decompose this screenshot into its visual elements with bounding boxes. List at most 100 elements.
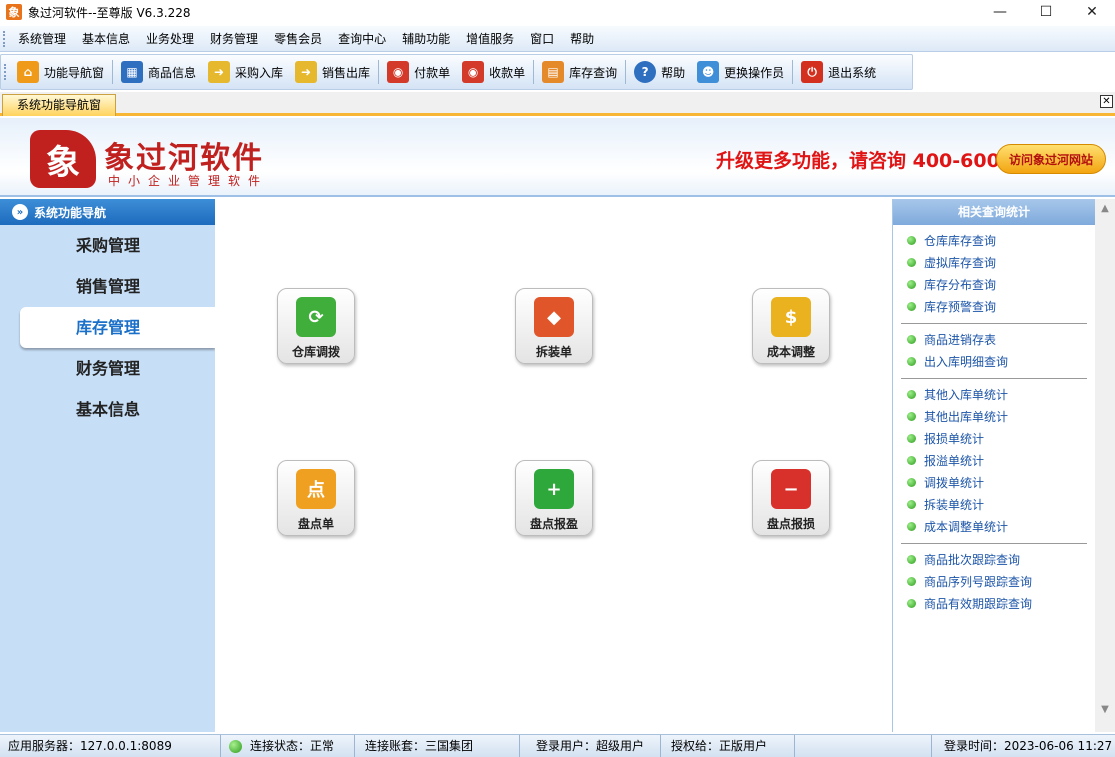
query-link[interactable]: 报损单统计 — [901, 427, 1087, 449]
query-link[interactable]: 商品批次跟踪查询 — [901, 548, 1087, 570]
menu-window[interactable]: 窗口 — [522, 26, 562, 52]
status-license: 授权给：正版用户 — [661, 735, 795, 757]
related-query-header: 相关查询统计 — [893, 199, 1095, 225]
query-link-label: 报损单统计 — [924, 431, 985, 446]
menu-grip — [3, 30, 6, 47]
query-link[interactable]: 虚拟库存查询 — [901, 251, 1087, 273]
power-icon: ⏻ — [801, 61, 824, 83]
stocktake-loss-button[interactable]: − 盘点报损 — [752, 460, 830, 536]
menu-retail-member[interactable]: 零售会员 — [266, 26, 330, 52]
assembly-order-button[interactable]: ◆ 拆装单 — [515, 288, 593, 364]
assembly-icon: ◆ — [534, 297, 574, 337]
sales-out-button[interactable]: ➜ 销售出库 — [289, 57, 376, 87]
app-logo-icon: 象 — [6, 4, 22, 20]
green-dot-icon — [907, 334, 916, 344]
nav-item-purchase[interactable]: 采购管理 — [0, 225, 215, 266]
menu-business[interactable]: 业务处理 — [138, 26, 202, 52]
query-link[interactable]: 拆装单统计 — [901, 493, 1087, 515]
stocktake-gain-button[interactable]: + 盘点报盈 — [515, 460, 593, 536]
warehouse-transfer-button[interactable]: ⟳ 仓库调拨 — [277, 288, 355, 364]
tab-nav-window[interactable]: 系统功能导航窗 — [2, 94, 117, 116]
menu-basic-info[interactable]: 基本信息 — [74, 26, 138, 52]
query-link[interactable]: 库存预警查询 — [901, 295, 1087, 317]
exit-system-button[interactable]: ⏻ 退出系统 — [795, 57, 882, 87]
visit-website-button[interactable]: 访问象过河网站 — [996, 144, 1106, 174]
query-link[interactable]: 报溢单统计 — [901, 449, 1087, 471]
purchase-in-label: 采购入库 — [235, 65, 284, 80]
vertical-scrollbar[interactable]: ▲ ▼ — [1095, 199, 1115, 732]
toolbar-separator — [533, 60, 535, 84]
stocktake-loss-label: 盘点报损 — [766, 517, 815, 531]
toolbar-separator — [378, 60, 380, 84]
green-dot-icon — [907, 455, 916, 465]
product-info-button[interactable]: ▦ 商品信息 — [115, 57, 202, 87]
menu-system[interactable]: 系统管理 — [10, 26, 74, 52]
minimize-button[interactable]: — — [977, 0, 1023, 24]
stocktake-button[interactable]: 点 盘点单 — [277, 460, 355, 536]
menu-value-added[interactable]: 增值服务 — [458, 26, 522, 52]
query-link[interactable]: 其他入库单统计 — [901, 383, 1087, 405]
green-dot-icon — [907, 499, 916, 509]
green-dot-icon — [907, 257, 916, 267]
nav-item-inventory[interactable]: 库存管理 — [20, 307, 215, 348]
menu-help[interactable]: 帮助 — [562, 26, 602, 52]
query-link-label: 调拨单统计 — [924, 475, 985, 490]
warehouse-transfer-label: 仓库调拨 — [291, 345, 340, 359]
function-area: ⟳ 仓库调拨 ◆ 拆装单 $ 成本调整 点 盘点单 + 盘点报盈 − 盘点报损 — [215, 199, 892, 732]
payment-icon: ◉ — [387, 61, 410, 83]
nav-item-finance[interactable]: 财务管理 — [0, 348, 215, 389]
purchase-in-button[interactable]: ➜ 采购入库 — [202, 57, 289, 87]
transfer-icon: ⟳ — [296, 297, 336, 337]
menu-bar: 系统管理 基本信息 业务处理 财务管理 零售会员 查询中心 辅助功能 增值服务 … — [0, 26, 1115, 52]
query-link[interactable]: 商品进销存表 — [901, 328, 1087, 350]
stocktake-gain-icon: + — [534, 469, 574, 509]
query-link[interactable]: 成本调整单统计 — [901, 515, 1087, 537]
toolbar-separator — [792, 60, 794, 84]
query-link[interactable]: 出入库明细查询 — [901, 350, 1087, 372]
folder-in-icon: ➜ — [208, 61, 231, 83]
query-link-label: 其他入库单统计 — [924, 387, 1009, 402]
stocktake-icon: 点 — [296, 469, 336, 509]
scroll-down-icon[interactable]: ▼ — [1095, 700, 1115, 718]
query-link[interactable]: 库存分布查询 — [901, 273, 1087, 295]
query-link[interactable]: 其他出库单统计 — [901, 405, 1087, 427]
menu-auxiliary[interactable]: 辅助功能 — [394, 26, 458, 52]
close-button[interactable]: ✕ — [1069, 0, 1115, 24]
status-server: 应用服务器：127.0.0.1:8089 — [0, 735, 221, 757]
query-link-label: 出入库明细查询 — [924, 354, 1009, 369]
tab-close-icon[interactable]: ✕ — [1100, 95, 1113, 108]
query-link[interactable]: 仓库库存查询 — [901, 229, 1087, 251]
query-link[interactable]: 调拨单统计 — [901, 471, 1087, 493]
stock-query-button[interactable]: ▤ 库存查询 — [536, 57, 623, 87]
elephant-logo-icon: 象 — [30, 130, 96, 188]
query-link[interactable]: 商品序列号跟踪查询 — [901, 570, 1087, 592]
help-button[interactable]: ? 帮助 — [628, 57, 691, 87]
green-dot-icon — [907, 521, 916, 531]
switch-operator-button[interactable]: ☻ 更换操作员 — [691, 57, 790, 87]
tab-strip: 系统功能导航窗 ✕ — [0, 92, 1115, 116]
toolbar: ⌂ 功能导航窗 ▦ 商品信息 ➜ 采购入库 ➜ 销售出库 ◉ 付款单 ◉ 收款单… — [0, 54, 913, 90]
query-link-label: 拆装单统计 — [924, 497, 985, 512]
exit-system-label: 退出系统 — [828, 65, 877, 80]
switch-operator-label: 更换操作员 — [724, 65, 785, 80]
cost-adjust-icon: $ — [771, 297, 811, 337]
query-link[interactable]: 商品有效期跟踪查询 — [901, 592, 1087, 614]
menu-finance[interactable]: 财务管理 — [202, 26, 266, 52]
maximize-button[interactable]: ☐ — [1023, 0, 1069, 24]
stocktake-loss-icon: − — [771, 469, 811, 509]
scroll-up-icon[interactable]: ▲ — [1095, 199, 1115, 217]
green-dot-icon — [907, 389, 916, 399]
nav-item-basic-info[interactable]: 基本信息 — [0, 389, 215, 430]
nav-item-sales[interactable]: 销售管理 — [0, 266, 215, 307]
banner: 象 象过河软件 中小企业管理软件 升级更多功能，请咨询 400-600-1168… — [0, 118, 1115, 197]
receipt-label: 收款单 — [489, 65, 526, 80]
query-link-label: 商品进销存表 — [924, 332, 997, 347]
cost-adjust-button[interactable]: $ 成本调整 — [752, 288, 830, 364]
status-connection: 连接状态：正常 — [221, 735, 355, 757]
nav-window-button[interactable]: ⌂ 功能导航窗 — [11, 57, 110, 87]
payment-button[interactable]: ◉ 付款单 — [381, 57, 456, 87]
green-dot-icon — [907, 598, 916, 608]
receipt-button[interactable]: ◉ 收款单 — [456, 57, 531, 87]
product-info-label: 商品信息 — [148, 65, 197, 80]
menu-query-center[interactable]: 查询中心 — [330, 26, 394, 52]
